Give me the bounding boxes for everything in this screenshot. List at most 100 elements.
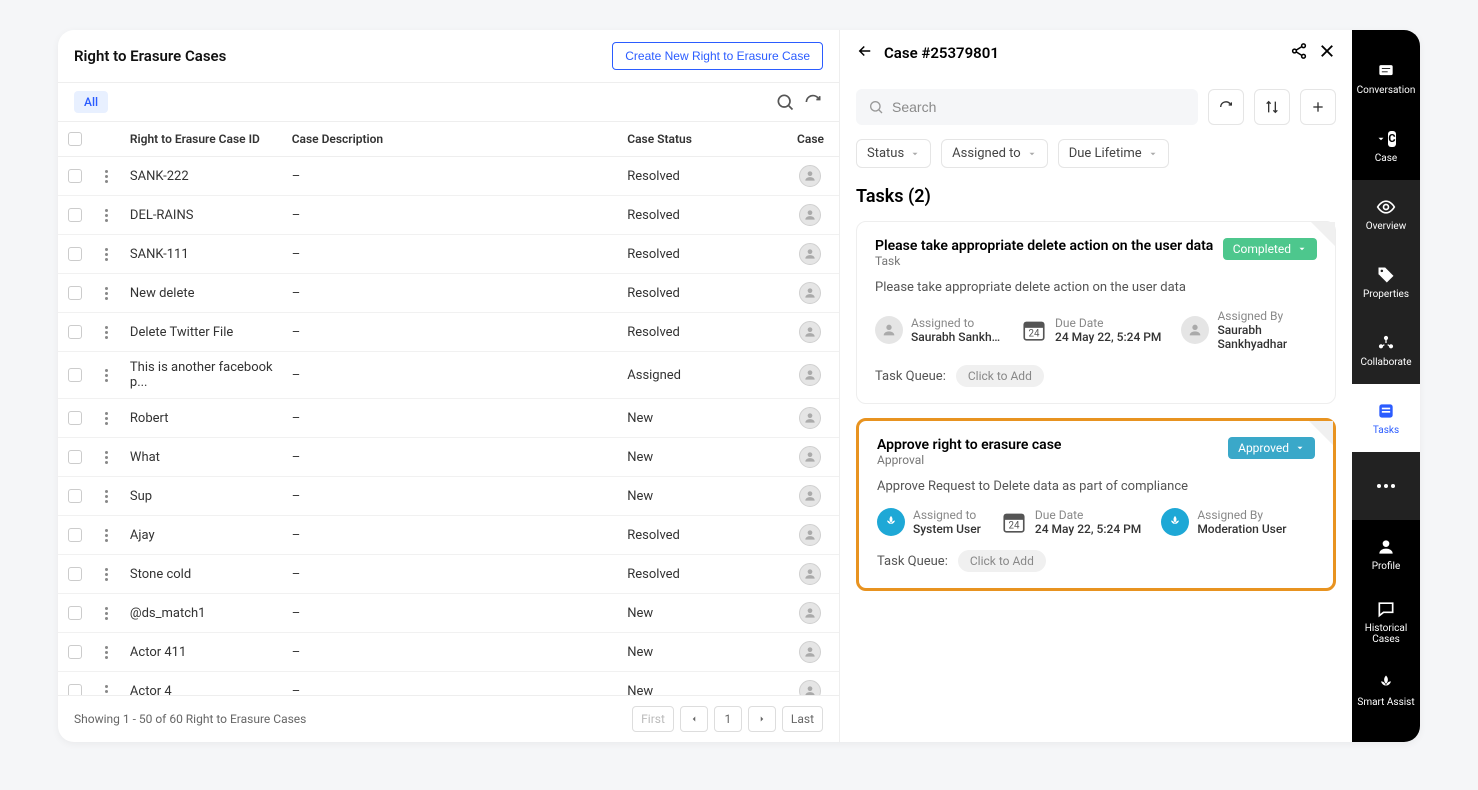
cell-owner (791, 157, 839, 195)
table-row[interactable]: Sup – New (58, 477, 839, 516)
sidebar: Conversation C Case Overview Properties … (1352, 30, 1420, 742)
row-menu-icon[interactable] (105, 529, 108, 542)
create-case-button[interactable]: Create New Right to Erasure Case (612, 42, 823, 70)
row-menu-icon[interactable] (105, 209, 108, 222)
pagination-prev[interactable] (680, 706, 708, 732)
table-row[interactable]: Delete Twitter File – Resolved (58, 313, 839, 352)
table-row[interactable]: Actor 411 – New (58, 633, 839, 672)
table-row[interactable]: Robert – New (58, 399, 839, 438)
task-queue-label: Task Queue: (877, 554, 948, 569)
table-row[interactable]: What – New (58, 438, 839, 477)
table-row[interactable]: SANK-222 – Resolved (58, 157, 839, 196)
refresh-button[interactable] (1208, 89, 1244, 125)
row-menu-icon[interactable] (105, 326, 108, 339)
cell-status: Resolved (619, 239, 791, 270)
avatar (1161, 508, 1189, 536)
row-checkbox[interactable] (68, 684, 82, 695)
row-menu-icon[interactable] (105, 646, 108, 659)
sidebar-item-properties[interactable]: Properties (1352, 248, 1420, 316)
avatar (799, 321, 821, 343)
pagination-page[interactable]: 1 (714, 706, 742, 732)
task-card-highlighted[interactable]: Approve right to erasure case Approval A… (856, 418, 1336, 591)
table-row[interactable]: DEL-RAINS – Resolved (58, 196, 839, 235)
cell-desc: – (284, 278, 620, 309)
column-header-owner[interactable]: Case (791, 122, 839, 156)
refresh-icon[interactable] (803, 92, 823, 112)
collaborate-icon (1376, 333, 1396, 353)
row-checkbox[interactable] (68, 450, 82, 464)
sidebar-item-more[interactable] (1352, 452, 1420, 520)
avatar (799, 364, 821, 386)
column-header-status[interactable]: Case Status (619, 122, 791, 156)
sidebar-item-profile[interactable]: Profile (1352, 520, 1420, 588)
click-to-add-button[interactable]: Click to Add (956, 365, 1044, 387)
row-menu-icon[interactable] (105, 451, 108, 464)
row-menu-icon[interactable] (105, 607, 108, 620)
sidebar-item-case[interactable]: C Case (1352, 112, 1420, 180)
status-pill-completed[interactable]: Completed (1223, 238, 1317, 260)
search-input[interactable] (856, 89, 1198, 125)
column-header-id[interactable]: Right to Erasure Case ID (122, 122, 284, 156)
sidebar-item-historical-cases[interactable]: Historical Cases (1352, 588, 1420, 656)
table-row[interactable]: Actor 4 – New (58, 672, 839, 695)
close-icon[interactable] (1318, 42, 1336, 64)
share-icon[interactable] (1290, 42, 1308, 64)
sidebar-item-collaborate[interactable]: Collaborate (1352, 316, 1420, 384)
status-pill-approved[interactable]: Approved (1228, 437, 1315, 459)
row-checkbox[interactable] (68, 645, 82, 659)
cell-id: Delete Twitter File (122, 317, 284, 348)
filter-chip-due[interactable]: Due Lifetime (1058, 139, 1169, 168)
add-button[interactable] (1300, 89, 1336, 125)
row-menu-icon[interactable] (105, 412, 108, 425)
row-menu-icon[interactable] (105, 170, 108, 183)
row-menu-icon[interactable] (105, 287, 108, 300)
search-icon[interactable] (775, 92, 795, 112)
row-checkbox[interactable] (68, 528, 82, 542)
table-row[interactable]: @ds_match1 – New (58, 594, 839, 633)
back-icon[interactable] (856, 42, 874, 64)
filter-chip-status[interactable]: Status (856, 139, 931, 168)
table-row[interactable]: Ajay – Resolved (58, 516, 839, 555)
row-checkbox[interactable] (68, 489, 82, 503)
column-header-desc[interactable]: Case Description (284, 122, 620, 156)
filter-all-tab[interactable]: All (74, 91, 108, 113)
sidebar-item-conversation[interactable]: Conversation (1352, 44, 1420, 112)
row-checkbox[interactable] (68, 368, 82, 382)
cell-id: SANK-111 (122, 239, 284, 270)
select-all-checkbox[interactable] (68, 132, 82, 146)
avatar (799, 680, 821, 695)
sidebar-item-overview[interactable]: Overview (1352, 180, 1420, 248)
row-checkbox[interactable] (68, 169, 82, 183)
avatar (799, 563, 821, 585)
cell-status: Resolved (619, 278, 791, 309)
sidebar-item-tasks[interactable]: Tasks (1352, 384, 1420, 452)
row-menu-icon[interactable] (105, 369, 108, 382)
row-menu-icon[interactable] (105, 248, 108, 261)
row-checkbox[interactable] (68, 325, 82, 339)
filter-chip-assigned[interactable]: Assigned to (941, 139, 1048, 168)
chevron-down-icon (1027, 149, 1037, 159)
row-menu-icon[interactable] (105, 568, 108, 581)
table-row[interactable]: This is another facebook p... – Assigned (58, 352, 839, 399)
sort-button[interactable] (1254, 89, 1290, 125)
row-menu-icon[interactable] (105, 490, 108, 503)
row-checkbox[interactable] (68, 208, 82, 222)
pagination-next[interactable] (748, 706, 776, 732)
cell-status: Resolved (619, 200, 791, 231)
table-row[interactable]: SANK-111 – Resolved (58, 235, 839, 274)
row-checkbox[interactable] (68, 567, 82, 581)
pagination-last[interactable]: Last (782, 706, 823, 732)
row-checkbox[interactable] (68, 247, 82, 261)
pagination-summary: Showing 1 - 50 of 60 Right to Erasure Ca… (74, 712, 306, 726)
table-row[interactable]: Stone cold – Resolved (58, 555, 839, 594)
row-checkbox[interactable] (68, 606, 82, 620)
pagination-first[interactable]: First (632, 706, 674, 732)
row-menu-icon[interactable] (105, 685, 108, 696)
task-card[interactable]: Please take appropriate delete action on… (856, 221, 1336, 404)
table-row[interactable]: New delete – Resolved (58, 274, 839, 313)
sidebar-item-smart-assist[interactable]: Smart Assist (1352, 656, 1420, 724)
row-checkbox[interactable] (68, 411, 82, 425)
click-to-add-button[interactable]: Click to Add (958, 550, 1046, 572)
cell-status: New (619, 676, 791, 696)
row-checkbox[interactable] (68, 286, 82, 300)
